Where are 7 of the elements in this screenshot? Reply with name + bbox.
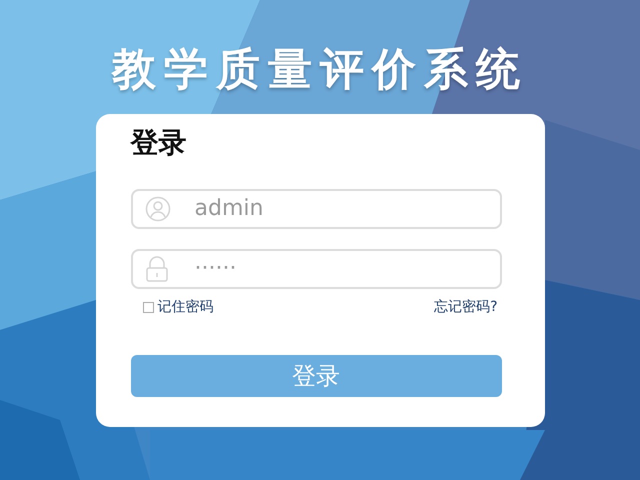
page-title: 教学质量评价系统 [112, 48, 528, 92]
username-field[interactable]: admin [130, 188, 502, 229]
remember-label: 记住密码 [158, 298, 214, 317]
password-field[interactable]: ······ [130, 248, 502, 289]
remember-checkbox[interactable] [142, 302, 154, 313]
login-heading: 登录 [130, 128, 188, 159]
forgot-password-link[interactable]: 忘记密码? [434, 296, 498, 318]
